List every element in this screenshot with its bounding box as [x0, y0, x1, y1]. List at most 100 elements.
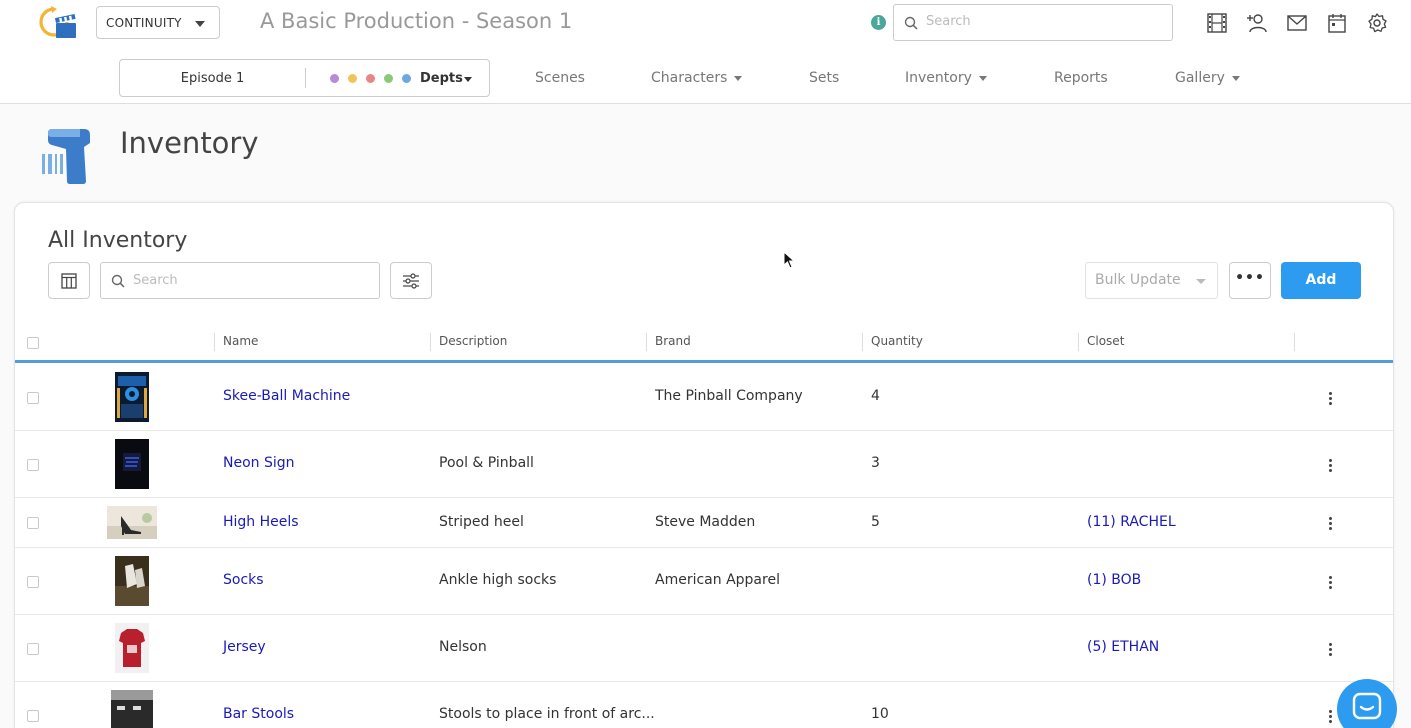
dept-dot — [366, 74, 375, 83]
global-search-input[interactable] — [926, 14, 1156, 29]
episode-select[interactable]: Episode 1 — [120, 71, 305, 86]
filter-button[interactable] — [390, 262, 432, 299]
item-quantity: 5 — [871, 514, 880, 530]
nav-label: Scenes — [535, 70, 585, 86]
chevron-down-icon — [1231, 75, 1240, 81]
nav-reports[interactable]: Reports — [1054, 70, 1108, 86]
item-closet-link[interactable]: (1) BOB — [1087, 572, 1141, 588]
row-actions-icon[interactable] — [1329, 459, 1333, 474]
item-closet-link[interactable]: (11) RACHEL — [1087, 514, 1176, 530]
high-heels-thumbnail[interactable] — [107, 506, 157, 539]
item-quantity: 3 — [871, 455, 880, 471]
global-search[interactable] — [893, 4, 1173, 41]
column-separator — [1078, 333, 1079, 351]
row-checkbox[interactable] — [27, 576, 39, 588]
nav-gallery[interactable]: Gallery — [1175, 70, 1240, 86]
bulk-update-label: Bulk Update — [1095, 272, 1181, 288]
row-actions-icon[interactable] — [1329, 710, 1333, 725]
inventory-search[interactable] — [100, 262, 380, 299]
row-actions-icon[interactable] — [1329, 392, 1333, 407]
socks-thumbnail[interactable] — [115, 556, 149, 606]
more-options-button[interactable]: ••• — [1229, 262, 1271, 299]
nav-label: Gallery — [1175, 70, 1225, 86]
calendar-icon[interactable] — [1326, 12, 1348, 34]
table-row[interactable]: Neon Sign Pool & Pinball 3 — [15, 431, 1393, 498]
column-separator — [430, 333, 431, 351]
barcode-scanner-icon — [42, 129, 90, 184]
row-actions-icon[interactable] — [1329, 643, 1333, 658]
item-name-link[interactable]: Neon Sign — [223, 455, 295, 471]
mouse-cursor-icon — [783, 251, 795, 269]
search-icon — [111, 274, 125, 288]
item-description: Stools to place in front of arc... — [439, 706, 655, 722]
episode-depts-selector: Episode 1 Depts — [119, 59, 490, 97]
row-actions-icon[interactable] — [1329, 576, 1333, 591]
nav-label: Characters — [651, 70, 728, 86]
column-header-brand[interactable]: Brand — [655, 334, 691, 348]
row-checkbox[interactable] — [27, 517, 39, 529]
add-user-icon[interactable] — [1246, 12, 1268, 34]
app-mode-select[interactable]: CONTINUITY — [96, 6, 220, 39]
skee-ball-thumbnail[interactable] — [115, 372, 149, 422]
app-logo[interactable] — [38, 5, 78, 41]
nav-label: Inventory — [905, 70, 972, 86]
table-row[interactable]: Socks Ankle high socks American Apparel … — [15, 548, 1393, 615]
column-separator — [646, 333, 647, 351]
film-icon[interactable] — [1206, 12, 1228, 34]
nav-label: Reports — [1054, 70, 1108, 86]
inventory-search-input[interactable] — [133, 273, 363, 288]
columns-toggle-button[interactable] — [48, 262, 90, 299]
add-button[interactable]: Add — [1281, 262, 1361, 299]
item-name-link[interactable]: Bar Stools — [223, 706, 294, 722]
production-title[interactable]: A Basic Production - Season 1 — [260, 9, 572, 33]
gear-icon[interactable] — [1366, 12, 1388, 34]
item-description: Ankle high socks — [439, 572, 557, 588]
row-actions-icon[interactable] — [1329, 517, 1333, 532]
item-name-link[interactable]: Jersey — [223, 639, 266, 655]
item-closet-link[interactable]: (5) ETHAN — [1087, 639, 1159, 655]
page-title: Inventory — [120, 126, 259, 160]
sliders-icon — [403, 273, 419, 289]
item-description: Striped heel — [439, 514, 524, 530]
nav-characters[interactable]: Characters — [651, 70, 743, 86]
columns-icon — [61, 273, 77, 289]
depts-dropdown[interactable]: Depts — [420, 71, 463, 86]
column-header-name[interactable]: Name — [223, 334, 258, 348]
nav-sets[interactable]: Sets — [809, 70, 839, 86]
column-header-description[interactable]: Description — [439, 334, 507, 348]
table-row[interactable]: High Heels Striped heel Steve Madden 5 (… — [15, 498, 1393, 548]
chevron-down-icon — [195, 21, 205, 27]
row-checkbox[interactable] — [27, 459, 39, 471]
row-checkbox[interactable] — [27, 643, 39, 655]
app-mode-label: CONTINUITY — [106, 15, 182, 30]
item-brand: The Pinball Company — [655, 388, 803, 404]
item-quantity: 10 — [871, 706, 889, 722]
item-quantity: 4 — [871, 388, 880, 404]
item-name-link[interactable]: High Heels — [223, 514, 299, 530]
mail-icon[interactable] — [1286, 12, 1308, 34]
dept-dot — [384, 74, 393, 83]
column-header-quantity[interactable]: Quantity — [871, 334, 923, 348]
item-name-link[interactable]: Skee-Ball Machine — [223, 388, 350, 404]
dept-dot — [402, 74, 411, 83]
nav-scenes[interactable]: Scenes — [535, 70, 585, 86]
item-name-link[interactable]: Socks — [223, 572, 264, 588]
row-checkbox[interactable] — [27, 710, 39, 722]
divider — [305, 68, 306, 88]
table-row[interactable]: Skee-Ball Machine The Pinball Company 4 — [15, 364, 1393, 431]
nav-inventory[interactable]: Inventory — [905, 70, 987, 86]
column-header-closet[interactable]: Closet — [1087, 334, 1124, 348]
table-row[interactable]: Bar Stools Stools to place in front of a… — [15, 682, 1393, 728]
table-row[interactable]: Jersey Nelson (5) ETHAN — [15, 615, 1393, 682]
row-checkbox[interactable] — [27, 392, 39, 404]
jersey-thumbnail[interactable] — [115, 623, 149, 673]
nav-label: Sets — [809, 70, 840, 86]
info-icon[interactable]: i — [871, 15, 886, 30]
bulk-update-select[interactable]: Bulk Update — [1085, 262, 1218, 299]
select-all-checkbox[interactable] — [27, 337, 39, 349]
neon-sign-thumbnail[interactable] — [115, 439, 149, 489]
bar-stools-thumbnail[interactable] — [111, 690, 153, 728]
chevron-down-icon — [734, 75, 743, 81]
column-separator — [214, 333, 215, 351]
item-description: Nelson — [439, 639, 487, 655]
